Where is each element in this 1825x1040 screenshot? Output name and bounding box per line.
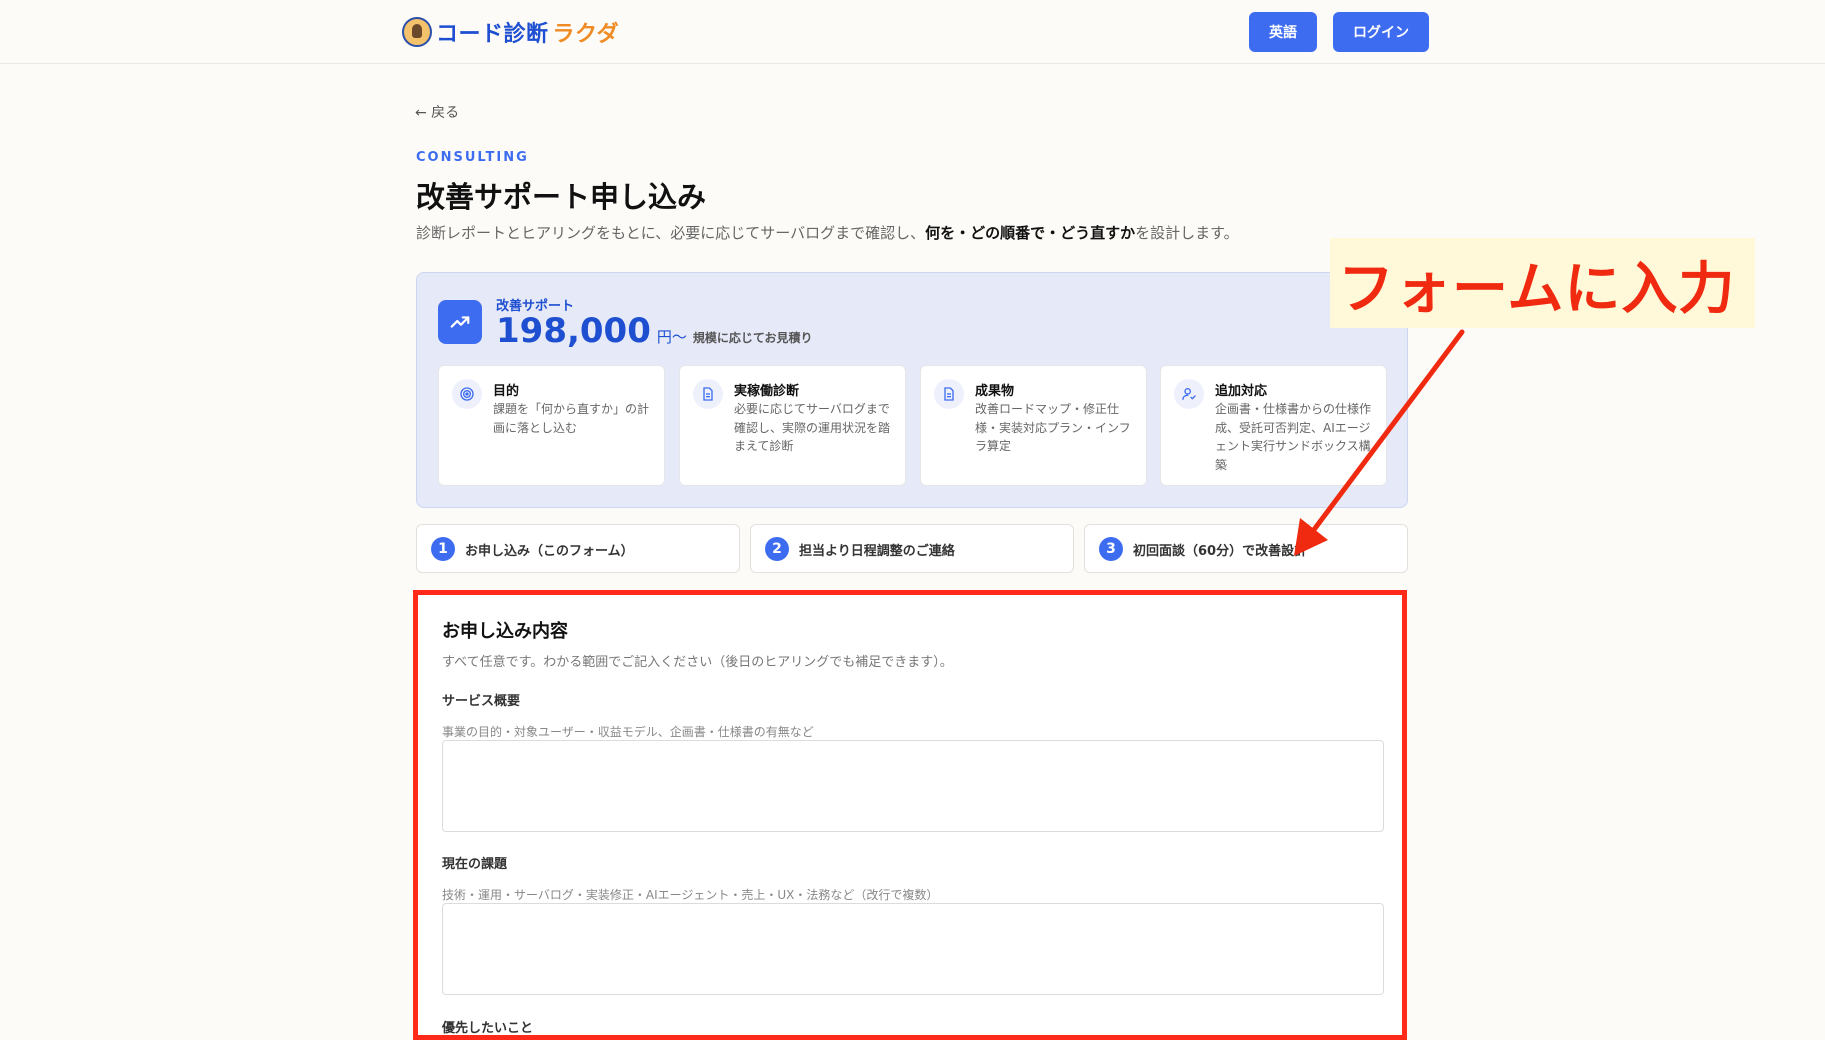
annotation-arrow-icon <box>1294 329 1465 556</box>
